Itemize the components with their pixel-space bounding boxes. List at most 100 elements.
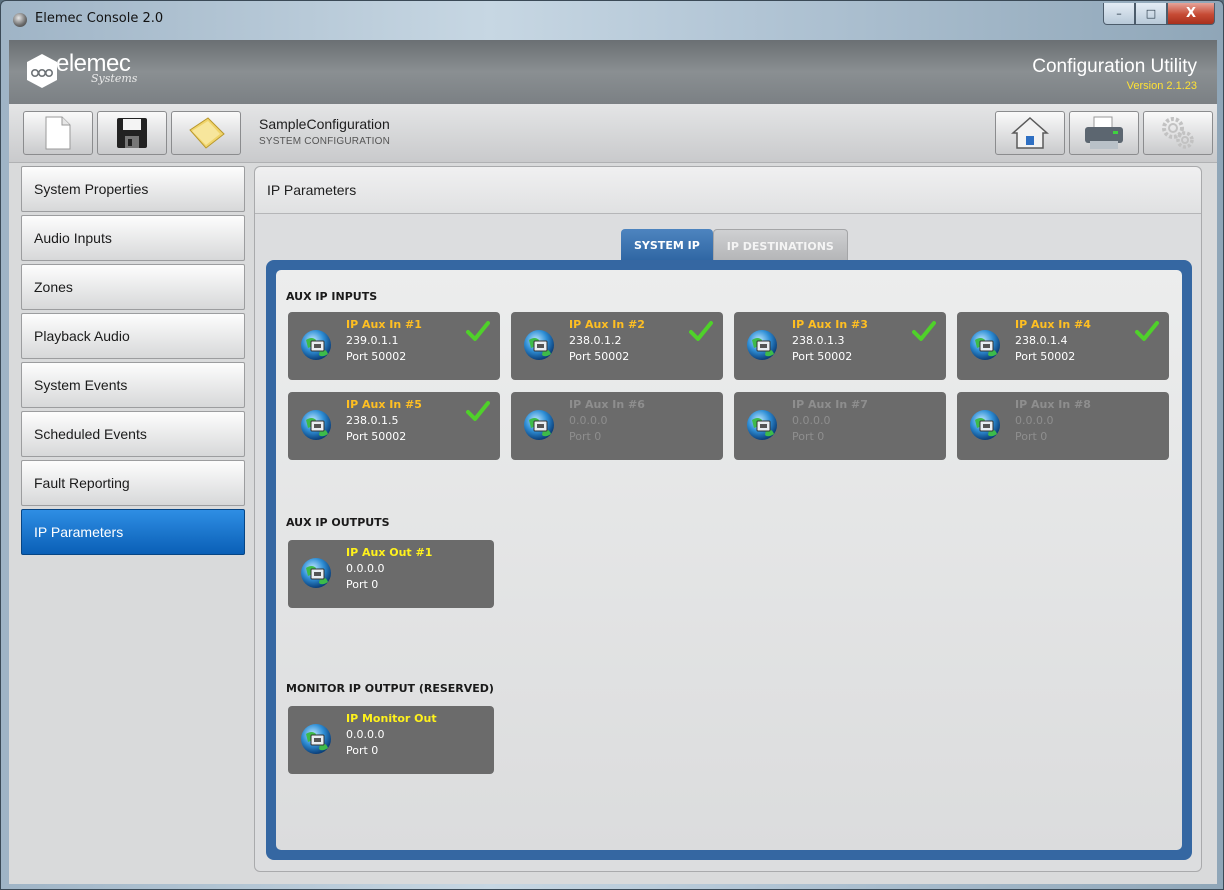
toolbar: SampleConfiguration SYSTEM CONFIGURATION bbox=[9, 104, 1217, 163]
channel-ip-address: 238.0.1.2 bbox=[569, 334, 622, 347]
network-globe-icon bbox=[301, 410, 331, 440]
elemec-logo-icon bbox=[27, 54, 57, 88]
monitor-output-card[interactable]: IP Monitor Out 0.0.0.0 Port 0 bbox=[288, 706, 494, 774]
new-document-icon bbox=[45, 116, 71, 150]
status-check-icon bbox=[912, 321, 936, 341]
channel-port: Port 0 bbox=[1015, 430, 1048, 443]
channel-ip-address: 238.0.1.3 bbox=[792, 334, 845, 347]
channel-port: Port 50002 bbox=[346, 430, 407, 443]
open-folder-icon bbox=[189, 117, 225, 149]
network-globe-icon bbox=[747, 330, 777, 360]
minimize-icon: – bbox=[1116, 7, 1122, 20]
status-check-icon bbox=[1135, 321, 1159, 341]
monitor-output-title: MONITOR IP OUTPUT (RESERVED) bbox=[286, 682, 494, 695]
banner-title: Configuration Utility bbox=[1032, 56, 1197, 77]
config-subtitle: SYSTEM CONFIGURATION bbox=[259, 136, 391, 147]
channel-name: IP Monitor Out bbox=[346, 712, 437, 725]
aux-inputs-title: AUX IP INPUTS bbox=[286, 290, 378, 303]
network-globe-icon bbox=[524, 410, 554, 440]
save-disk-icon bbox=[117, 118, 147, 148]
channel-name: IP Aux In #5 bbox=[346, 398, 422, 411]
home-button[interactable] bbox=[995, 111, 1065, 155]
network-globe-icon bbox=[524, 330, 554, 360]
window-title: Elemec Console 2.0 bbox=[35, 11, 164, 26]
close-button[interactable]: X bbox=[1167, 3, 1215, 25]
aux-input-card[interactable]: IP Aux In #6 0.0.0.0 Port 0 bbox=[511, 392, 723, 460]
tab-ip-destinations[interactable]: IP DESTINATIONS bbox=[712, 229, 848, 262]
tab-bar: SYSTEM IP IP DESTINATIONS bbox=[621, 229, 848, 262]
home-icon bbox=[1011, 116, 1049, 149]
channel-port: Port 0 bbox=[346, 578, 379, 591]
maximize-button[interactable]: □ bbox=[1135, 3, 1167, 25]
aux-input-card[interactable]: IP Aux In #7 0.0.0.0 Port 0 bbox=[734, 392, 946, 460]
system-ip-panel: AUX IP INPUTS AUX IP OUTPUTS MONITOR IP … bbox=[276, 270, 1182, 850]
window-controls: – □ X bbox=[1103, 3, 1215, 25]
channel-port: Port 50002 bbox=[792, 350, 853, 363]
printer-icon bbox=[1085, 116, 1123, 149]
settings-button[interactable] bbox=[1143, 111, 1213, 155]
channel-name: IP Aux In #3 bbox=[792, 318, 868, 331]
channel-name: IP Aux In #2 bbox=[569, 318, 645, 331]
settings-gears-icon bbox=[1162, 117, 1194, 149]
aux-input-card[interactable]: IP Aux In #8 0.0.0.0 Port 0 bbox=[957, 392, 1169, 460]
config-name: SampleConfiguration bbox=[259, 116, 390, 132]
network-globe-icon bbox=[970, 410, 1000, 440]
network-globe-icon bbox=[747, 410, 777, 440]
channel-name: IP Aux In #1 bbox=[346, 318, 422, 331]
sidebar-item-system-properties[interactable]: System Properties bbox=[21, 166, 245, 212]
aux-input-card[interactable]: IP Aux In #2 238.0.1.2 Port 50002 bbox=[511, 312, 723, 380]
network-globe-icon bbox=[301, 330, 331, 360]
channel-name: IP Aux In #8 bbox=[1015, 398, 1091, 411]
sidebar-item-audio-inputs[interactable]: Audio Inputs bbox=[21, 215, 245, 261]
channel-port: Port 50002 bbox=[1015, 350, 1076, 363]
app-icon bbox=[13, 13, 27, 27]
channel-name: IP Aux Out #1 bbox=[346, 546, 433, 559]
app-window: Elemec Console 2.0 – □ X elemec Systems … bbox=[0, 0, 1224, 890]
status-check-icon bbox=[466, 401, 490, 421]
channel-port: Port 0 bbox=[569, 430, 602, 443]
client-area: elemec Systems Configuration Utility Ver… bbox=[9, 40, 1217, 884]
version-label: Version 2.1.23 bbox=[1126, 80, 1197, 92]
open-button[interactable] bbox=[171, 111, 241, 155]
network-globe-icon bbox=[301, 724, 331, 754]
network-globe-icon bbox=[301, 558, 331, 588]
minimize-button[interactable]: – bbox=[1103, 3, 1135, 25]
aux-input-card[interactable]: IP Aux In #1 239.0.1.1 Port 50002 bbox=[288, 312, 500, 380]
main-content: IP Parameters SYSTEM IP IP DESTINATIONS … bbox=[254, 166, 1202, 872]
channel-ip-address: 0.0.0.0 bbox=[792, 414, 831, 427]
channel-port: Port 0 bbox=[346, 744, 379, 757]
sidebar-item-system-events[interactable]: System Events bbox=[21, 362, 245, 408]
channel-port: Port 0 bbox=[792, 430, 825, 443]
channel-ip-address: 0.0.0.0 bbox=[569, 414, 608, 427]
channel-port: Port 50002 bbox=[346, 350, 407, 363]
channel-ip-address: 0.0.0.0 bbox=[346, 728, 385, 741]
aux-input-card[interactable]: IP Aux In #5 238.0.1.5 Port 50002 bbox=[288, 392, 500, 460]
save-button[interactable] bbox=[97, 111, 167, 155]
sidebar-item-ip-parameters[interactable]: IP Parameters bbox=[21, 509, 245, 555]
channel-ip-address: 0.0.0.0 bbox=[346, 562, 385, 575]
tab-system-ip[interactable]: SYSTEM IP bbox=[621, 229, 713, 261]
channel-name: IP Aux In #7 bbox=[792, 398, 868, 411]
status-check-icon bbox=[466, 321, 490, 341]
channel-ip-address: 238.0.1.5 bbox=[346, 414, 399, 427]
sidebar-item-scheduled-events[interactable]: Scheduled Events bbox=[21, 411, 245, 457]
maximize-icon: □ bbox=[1145, 7, 1157, 20]
title-bar[interactable]: Elemec Console 2.0 – □ X bbox=[1, 1, 1223, 39]
channel-name: IP Aux In #6 bbox=[569, 398, 645, 411]
channel-name: IP Aux In #4 bbox=[1015, 318, 1091, 331]
sidebar-item-fault-reporting[interactable]: Fault Reporting bbox=[21, 460, 245, 506]
aux-input-card[interactable]: IP Aux In #4 238.0.1.4 Port 50002 bbox=[957, 312, 1169, 380]
new-button[interactable] bbox=[23, 111, 93, 155]
page-title: IP Parameters bbox=[255, 167, 1201, 214]
status-check-icon bbox=[689, 321, 713, 341]
aux-input-card[interactable]: IP Aux In #3 238.0.1.3 Port 50002 bbox=[734, 312, 946, 380]
sidebar-item-playback-audio[interactable]: Playback Audio bbox=[21, 313, 245, 359]
sidebar-item-zones[interactable]: Zones bbox=[21, 264, 245, 310]
print-button[interactable] bbox=[1069, 111, 1139, 155]
header-banner: elemec Systems Configuration Utility Ver… bbox=[9, 40, 1217, 104]
aux-output-card[interactable]: IP Aux Out #1 0.0.0.0 Port 0 bbox=[288, 540, 494, 608]
tab-panel-frame: AUX IP INPUTS AUX IP OUTPUTS MONITOR IP … bbox=[266, 260, 1192, 860]
channel-ip-address: 238.0.1.4 bbox=[1015, 334, 1068, 347]
aux-outputs-title: AUX IP OUTPUTS bbox=[286, 516, 390, 529]
sidebar-nav: System Properties Audio Inputs Zones Pla… bbox=[21, 166, 245, 558]
